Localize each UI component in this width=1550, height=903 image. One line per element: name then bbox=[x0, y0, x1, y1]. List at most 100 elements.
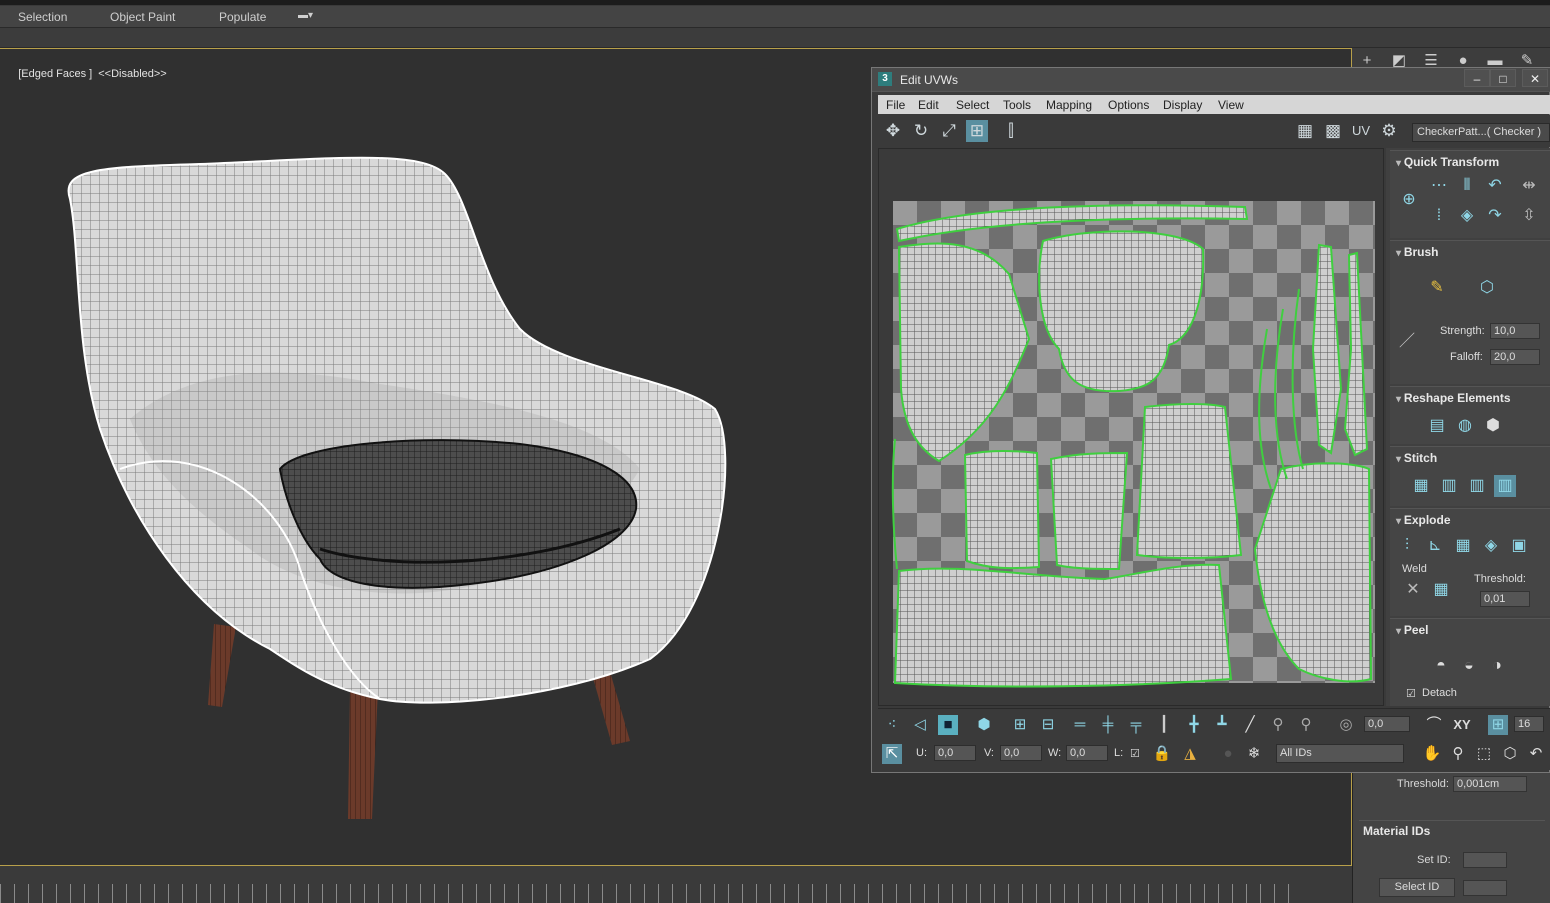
grid-size-spinner[interactable]: 16 bbox=[1514, 716, 1544, 732]
ribbon-more-icon[interactable]: ▬▾ bbox=[298, 10, 313, 21]
ribbon-tab-object-paint[interactable]: Object Paint bbox=[110, 10, 175, 24]
menu-edit[interactable]: Edit bbox=[918, 98, 939, 112]
align-vertical-icon[interactable]: ⦀ bbox=[1456, 175, 1478, 197]
relax-icon[interactable]: ◍ bbox=[1454, 415, 1476, 437]
material-ids-title[interactable]: Material IDs bbox=[1363, 824, 1430, 838]
cube-icon[interactable]: ⬢ bbox=[1482, 415, 1504, 437]
hide-icon[interactable]: ◮ bbox=[1180, 744, 1200, 764]
ring-icon[interactable]: ┃ bbox=[1154, 715, 1174, 735]
reshape-elements-title[interactable]: Reshape Elements bbox=[1396, 391, 1511, 405]
align-horizontal-icon[interactable]: ⋯ bbox=[1428, 175, 1450, 197]
strength-spinner[interactable]: 10,0 bbox=[1490, 323, 1540, 339]
rotate-icon[interactable]: ↻ bbox=[910, 120, 932, 142]
select-id-spinner[interactable] bbox=[1463, 880, 1507, 896]
checker-dropdown[interactable]: CheckerPatt...( Checker ) bbox=[1412, 123, 1550, 142]
paint-shrink-icon[interactable]: ⚲ bbox=[1296, 715, 1316, 735]
reset-peel-icon[interactable]: ◑ bbox=[1486, 655, 1508, 677]
l-checkbox[interactable]: ☑ bbox=[1130, 747, 1140, 760]
menu-mapping[interactable]: Mapping bbox=[1046, 98, 1092, 112]
ring-grow-icon[interactable]: ╋ bbox=[1184, 715, 1204, 735]
straighten-icon[interactable]: ▤ bbox=[1426, 415, 1448, 437]
detach-edge-icon[interactable]: ⊾ bbox=[1424, 535, 1446, 557]
grid-icon[interactable]: ◈ bbox=[1456, 205, 1478, 227]
show-icon[interactable]: ● bbox=[1218, 744, 1238, 764]
uv-mode-label[interactable]: UV bbox=[1350, 120, 1372, 142]
rotate-ccw-icon[interactable]: ↶ bbox=[1484, 175, 1506, 197]
weld-selected-icon[interactable]: ✕ bbox=[1402, 579, 1424, 601]
move-icon[interactable]: ✥ bbox=[882, 120, 904, 142]
soft-select-icon[interactable]: ◎ bbox=[1336, 715, 1356, 735]
settings-icon[interactable]: ⚙ bbox=[1378, 120, 1400, 142]
peel-title[interactable]: Peel bbox=[1396, 623, 1429, 637]
space-horizontal-icon[interactable]: ⇹ bbox=[1518, 175, 1540, 197]
line-brush-icon[interactable]: ／ bbox=[1396, 331, 1418, 353]
mirror-icon[interactable]: ⫿ bbox=[1000, 120, 1022, 142]
falloff-spinner[interactable]: 20,0 bbox=[1490, 349, 1540, 365]
minimize-icon[interactable]: ‒ bbox=[1464, 69, 1490, 87]
falloff-curve-icon[interactable]: ⌒ bbox=[1424, 715, 1444, 735]
peel-mode-icon[interactable]: ◒ bbox=[1458, 655, 1480, 677]
ids-dropdown[interactable]: All IDs bbox=[1276, 744, 1404, 763]
vertex-mode-icon[interactable]: ⁖ bbox=[882, 715, 902, 735]
menu-file[interactable]: File bbox=[886, 98, 905, 112]
loop-shrink-icon[interactable]: ╤ bbox=[1126, 715, 1146, 735]
polygon-mode-icon[interactable]: ■ bbox=[938, 715, 958, 735]
checker-pattern-icon[interactable]: ▩ bbox=[1322, 120, 1344, 142]
loop-grow-icon[interactable]: ╪ bbox=[1098, 715, 1118, 735]
grow-icon[interactable]: ⊞ bbox=[1010, 715, 1030, 735]
stitch-title[interactable]: Stitch bbox=[1396, 451, 1437, 465]
menu-tools[interactable]: Tools bbox=[1003, 98, 1031, 112]
break-icon[interactable]: ⫶ bbox=[1396, 535, 1418, 557]
paint-select-icon[interactable]: ╱ bbox=[1240, 715, 1260, 735]
threshold-spinner[interactable]: 0,01 bbox=[1480, 591, 1530, 607]
xy-toggle[interactable]: XY bbox=[1450, 715, 1474, 735]
edge-mode-icon[interactable]: ◁ bbox=[910, 715, 930, 735]
paint-grow-icon[interactable]: ⚲ bbox=[1268, 715, 1288, 735]
flatten-by-material-icon[interactable]: ▣ bbox=[1508, 535, 1530, 557]
explode-title[interactable]: Explode bbox=[1396, 513, 1451, 527]
element-mode-icon[interactable]: ⬢ bbox=[974, 715, 994, 735]
select-id-button[interactable]: Select ID bbox=[1379, 878, 1455, 897]
stitch-target-icon[interactable]: ▥ bbox=[1438, 475, 1460, 497]
shrink-icon[interactable]: ⊟ bbox=[1038, 715, 1058, 735]
uv-editor-canvas[interactable] bbox=[878, 148, 1384, 706]
space-vertical-icon[interactable]: ⇳ bbox=[1518, 205, 1540, 227]
set-id-spinner[interactable] bbox=[1463, 852, 1507, 868]
ring-shrink-icon[interactable]: ┻ bbox=[1212, 715, 1232, 735]
stitch-custom-icon[interactable]: ▦ bbox=[1410, 475, 1432, 497]
weld-target-icon[interactable]: ▦ bbox=[1430, 579, 1452, 601]
ribbon-tab-populate[interactable]: Populate bbox=[219, 10, 266, 24]
menu-view[interactable]: View bbox=[1218, 98, 1244, 112]
pivot-icon[interactable]: ⊕ bbox=[1398, 189, 1420, 211]
falloff-spinner[interactable]: 0,0 bbox=[1364, 716, 1410, 732]
u-spinner[interactable]: 0,0 bbox=[934, 745, 976, 761]
w-spinner[interactable]: 0,0 bbox=[1066, 745, 1108, 761]
absolute-mode-icon[interactable]: ⇱ bbox=[882, 744, 902, 764]
loop-icon[interactable]: ═ bbox=[1070, 715, 1090, 735]
zoom-region-icon[interactable]: ⬚ bbox=[1474, 744, 1494, 764]
scale-icon[interactable]: ⤢ bbox=[938, 120, 960, 142]
time-ruler[interactable] bbox=[0, 866, 1352, 903]
zoom-extents-icon[interactable]: ⬡ bbox=[1500, 744, 1520, 764]
stitch-source-icon[interactable]: ▥ bbox=[1494, 475, 1516, 497]
flatten-by-smoothing-icon[interactable]: ◈ bbox=[1480, 535, 1502, 557]
align-center-icon[interactable]: ⁞ bbox=[1428, 205, 1450, 227]
paint-brush-icon[interactable]: ✎ bbox=[1426, 277, 1448, 299]
threshold-spinner[interactable]: 0,001cm bbox=[1453, 776, 1527, 792]
brush-title[interactable]: Brush bbox=[1396, 245, 1439, 259]
quick-transform-title[interactable]: Quick Transform bbox=[1396, 155, 1499, 169]
stitch-average-icon[interactable]: ▥ bbox=[1466, 475, 1488, 497]
maximize-icon[interactable]: □ bbox=[1490, 69, 1516, 87]
freeze-icon[interactable]: ❄ bbox=[1244, 744, 1264, 764]
close-icon[interactable]: ✕ bbox=[1522, 69, 1548, 87]
flatten-icon[interactable]: ▦ bbox=[1452, 535, 1474, 557]
rotate-cw-icon[interactable]: ↷ bbox=[1484, 205, 1506, 227]
menu-select[interactable]: Select bbox=[956, 98, 989, 112]
detach-checkbox[interactable]: ☑ bbox=[1406, 687, 1416, 700]
lock-icon[interactable]: 🔒 bbox=[1152, 744, 1172, 764]
ribbon-tab-selection[interactable]: Selection bbox=[18, 10, 67, 24]
zoom-selected-icon[interactable]: ↶ bbox=[1526, 744, 1546, 764]
checker-toggle-icon[interactable]: ▦ bbox=[1294, 120, 1316, 142]
menu-options[interactable]: Options bbox=[1108, 98, 1149, 112]
menu-display[interactable]: Display bbox=[1163, 98, 1202, 112]
